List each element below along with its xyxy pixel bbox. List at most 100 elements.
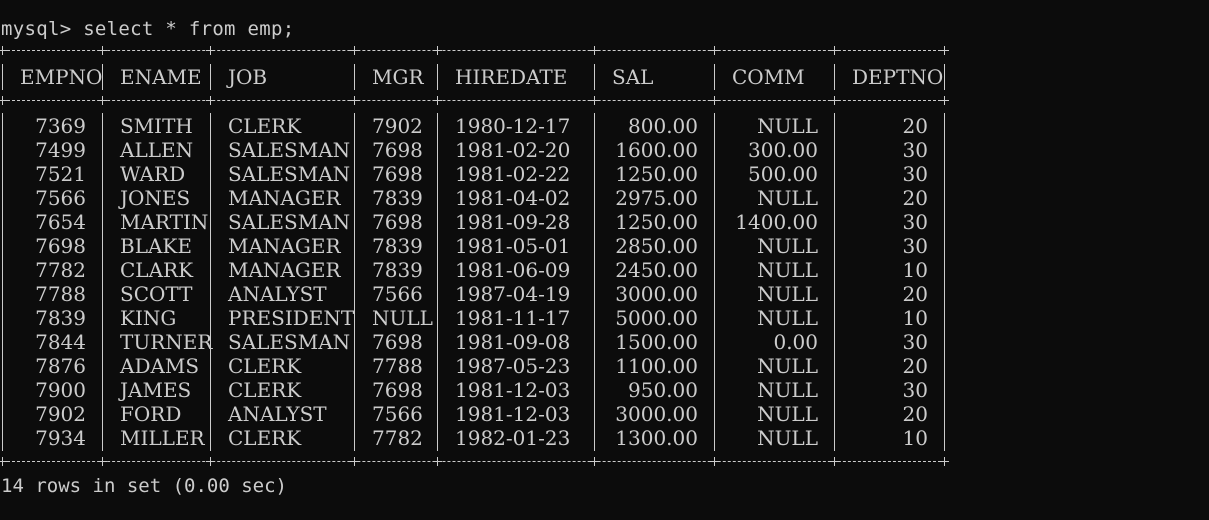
table-column-separator [210, 113, 211, 451]
table-column-separator [714, 64, 715, 90]
table-border-junction [830, 46, 839, 55]
table-cell-ename: TURNER [120, 330, 213, 354]
table-cell-hiredate: 1981-09-08 [455, 330, 571, 354]
table-column-separator [714, 113, 715, 451]
table-cell-comm: NULL [757, 402, 818, 426]
table-cell-deptno: 20 [902, 114, 928, 138]
table-cell-hiredate: 1982-01-23 [455, 426, 571, 450]
table-border-junction [433, 46, 442, 55]
table-cell-job: PRESIDENT [228, 306, 355, 330]
table-cell-empno: 7369 [35, 114, 86, 138]
column-header-sal: SAL [612, 65, 654, 89]
table-border-junction [0, 96, 7, 105]
table-cell-hiredate: 1981-05-01 [455, 234, 571, 258]
table-border-junction [710, 457, 719, 466]
table-cell-comm: NULL [757, 426, 818, 450]
table-border-junction [98, 96, 107, 105]
table-column-separator [944, 64, 945, 90]
table-column-separator [2, 64, 3, 90]
table-cell-mgr: 7788 [372, 354, 423, 378]
table-border-junction [206, 96, 215, 105]
table-cell-ename: MARTIN [120, 210, 209, 234]
table-cell-deptno: 10 [902, 258, 928, 282]
column-header-ename: ENAME [120, 65, 202, 89]
table-cell-job: MANAGER [228, 234, 341, 258]
table-column-separator [594, 64, 595, 90]
table-border-junction [98, 457, 107, 466]
table-border-bottom [2, 461, 946, 462]
table-cell-mgr: 7839 [372, 186, 423, 210]
table-border-header [2, 100, 946, 101]
table-cell-mgr: 7782 [372, 426, 423, 450]
table-cell-comm: NULL [757, 354, 818, 378]
table-cell-ename: CLARK [120, 258, 194, 282]
table-cell-comm: NULL [757, 186, 818, 210]
table-cell-mgr: 7698 [372, 330, 423, 354]
table-cell-mgr: 7698 [372, 162, 423, 186]
table-cell-ename: WARD [120, 162, 186, 186]
table-cell-empno: 7698 [35, 234, 86, 258]
table-cell-job: CLERK [228, 114, 302, 138]
table-cell-mgr: 7839 [372, 258, 423, 282]
table-cell-empno: 7521 [35, 162, 86, 186]
table-cell-comm: NULL [757, 234, 818, 258]
table-cell-ename: SCOTT [120, 282, 193, 306]
table-cell-mgr: 7566 [372, 282, 423, 306]
table-cell-sal: 1250.00 [615, 162, 698, 186]
result-table: EMPNO ENAME JOB MGR HIREDATE SAL COMM DEPTNO 736… [0, 0, 960, 470]
table-cell-deptno: 30 [902, 162, 928, 186]
table-border-junction [98, 46, 107, 55]
table-cell-comm: 500.00 [748, 162, 818, 186]
table-cell-sal: 950.00 [628, 378, 698, 402]
table-cell-job: SALESMAN [228, 162, 351, 186]
table-cell-empno: 7902 [35, 402, 86, 426]
table-cell-empno: 7839 [35, 306, 86, 330]
table-cell-job: ANALYST [228, 282, 327, 306]
table-column-separator [944, 113, 945, 451]
table-cell-sal: 2850.00 [615, 234, 698, 258]
table-border-junction [0, 457, 7, 466]
table-cell-ename: FORD [120, 402, 182, 426]
table-border-junction [350, 457, 359, 466]
table-cell-ename: ALLEN [120, 138, 194, 162]
table-border-junction [940, 96, 949, 105]
table-column-separator [102, 113, 103, 451]
column-header-empno: EMPNO [20, 65, 103, 89]
table-border-junction [590, 46, 599, 55]
table-column-separator [354, 64, 355, 90]
table-cell-job: MANAGER [228, 186, 341, 210]
table-cell-deptno: 20 [902, 186, 928, 210]
table-cell-hiredate: 1981-12-03 [455, 402, 571, 426]
column-header-deptno: DEPTNO [852, 65, 944, 89]
table-cell-mgr: 7839 [372, 234, 423, 258]
table-cell-mgr: 7566 [372, 402, 423, 426]
table-cell-deptno: 20 [902, 402, 928, 426]
table-cell-deptno: 30 [902, 210, 928, 234]
table-cell-comm: NULL [757, 114, 818, 138]
table-border-junction [940, 457, 949, 466]
table-cell-deptno: 30 [902, 138, 928, 162]
table-cell-ename: JONES [120, 186, 191, 210]
table-border-junction [433, 457, 442, 466]
table-cell-comm: 300.00 [748, 138, 818, 162]
table-cell-empno: 7876 [35, 354, 86, 378]
table-cell-sal: 3000.00 [615, 402, 698, 426]
table-column-separator [437, 64, 438, 90]
table-border-junction [830, 457, 839, 466]
table-cell-comm: 1400.00 [735, 210, 818, 234]
table-border-junction [590, 96, 599, 105]
table-cell-deptno: 10 [902, 306, 928, 330]
table-cell-deptno: 30 [902, 234, 928, 258]
table-cell-hiredate: 1987-04-19 [455, 282, 571, 306]
table-cell-deptno: 10 [902, 426, 928, 450]
table-cell-empno: 7566 [35, 186, 86, 210]
table-cell-comm: NULL [757, 306, 818, 330]
table-border-junction [206, 457, 215, 466]
table-border-top [2, 50, 946, 51]
table-column-separator [354, 113, 355, 451]
table-cell-sal: 1300.00 [615, 426, 698, 450]
table-cell-ename: SMITH [120, 114, 193, 138]
terminal-window[interactable]: mysql> select * from emp; EMPNO ENAME JOB M… [0, 0, 1209, 520]
table-cell-empno: 7788 [35, 282, 86, 306]
table-cell-comm: NULL [757, 378, 818, 402]
